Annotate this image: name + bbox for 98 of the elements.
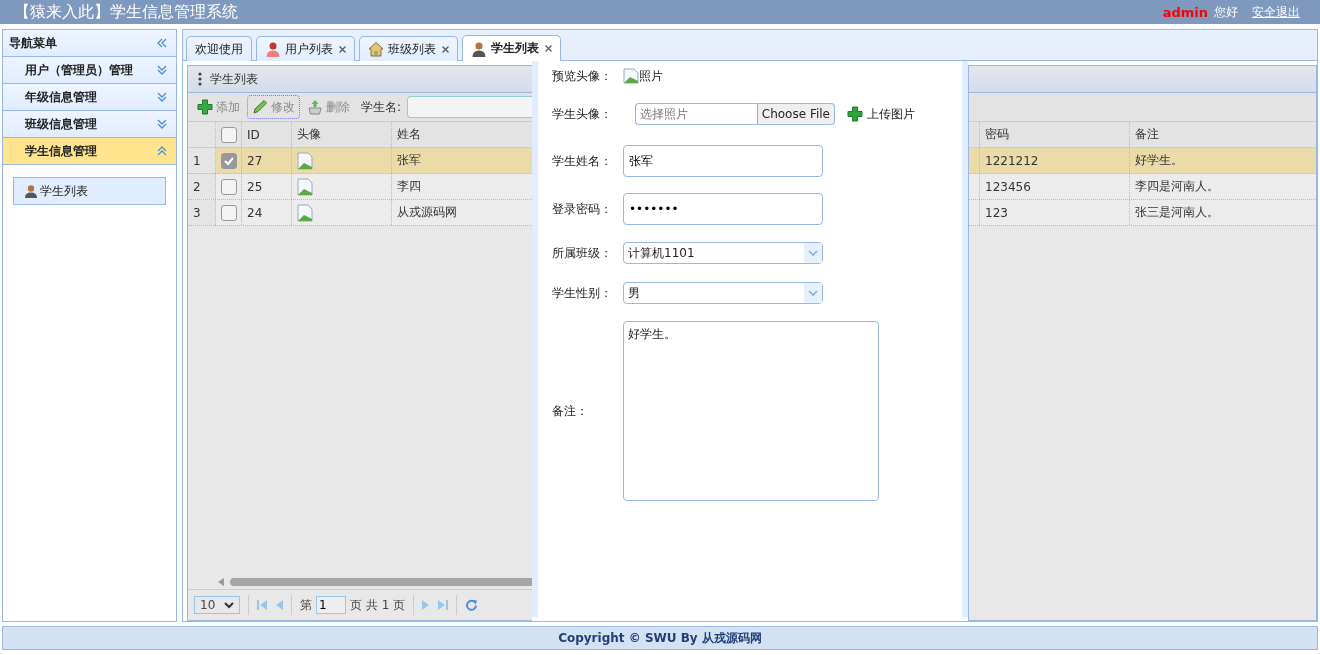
field-label: 学生头像： bbox=[552, 105, 613, 123]
tab[interactable]: 用户列表 bbox=[256, 36, 355, 61]
file-path-field[interactable]: 选择照片 bbox=[635, 103, 757, 125]
column-header[interactable]: 密码 bbox=[980, 122, 1130, 147]
greeting: 您好 bbox=[1214, 3, 1238, 21]
row-number: 2 bbox=[188, 174, 216, 199]
last-page-icon[interactable] bbox=[438, 599, 449, 611]
table-cell: 123456 bbox=[980, 174, 1130, 199]
upload-link[interactable]: 上传图片 bbox=[847, 105, 915, 123]
field-label: 预览头像： bbox=[552, 67, 613, 85]
search-field[interactable] bbox=[407, 96, 532, 118]
broken-image-icon bbox=[297, 151, 313, 170]
drag-handle-icon[interactable] bbox=[198, 72, 202, 86]
pencil-icon bbox=[252, 99, 268, 115]
close-icon[interactable] bbox=[545, 45, 552, 52]
table-row[interactable]: 1 27 张军 bbox=[188, 148, 532, 174]
student-icon bbox=[24, 184, 38, 198]
plus-icon bbox=[847, 106, 863, 122]
table-cell: 24 bbox=[242, 200, 292, 225]
username: admin bbox=[1162, 4, 1208, 20]
column-header[interactable]: 备注 bbox=[1130, 122, 1316, 147]
menu-group[interactable]: 年级信息管理 bbox=[3, 84, 176, 111]
app-title: 【猿来入此】学生信息管理系统 bbox=[14, 1, 238, 23]
tab[interactable]: 学生列表 bbox=[462, 35, 561, 61]
page-field[interactable]: 1 bbox=[316, 596, 346, 614]
checkbox[interactable] bbox=[221, 204, 237, 221]
table-cell-text: 李四 bbox=[396, 178, 422, 195]
choose-file-button[interactable]: Choose File bbox=[756, 103, 835, 125]
menu-item[interactable]: 学生列表 bbox=[13, 177, 166, 205]
next-page-icon[interactable] bbox=[422, 599, 431, 611]
refresh-icon[interactable] bbox=[465, 598, 479, 612]
search-label: 学生名: bbox=[361, 98, 402, 116]
table-cell-text: 好学生。 bbox=[1134, 152, 1184, 169]
broken-image-icon bbox=[623, 68, 639, 84]
house-icon bbox=[368, 41, 384, 57]
menu-group[interactable]: 班级信息管理 bbox=[3, 111, 176, 138]
text-field[interactable]: ••••••• bbox=[623, 193, 823, 225]
scrollbar-thumb[interactable] bbox=[230, 578, 532, 586]
text-field[interactable]: 张军 bbox=[623, 145, 823, 177]
tab[interactable]: 班级列表 bbox=[359, 36, 458, 61]
close-icon[interactable] bbox=[442, 45, 449, 53]
page-size-select[interactable]: 10 bbox=[194, 596, 240, 614]
field-label: 备注： bbox=[552, 402, 589, 420]
broken-image-icon bbox=[297, 203, 313, 222]
field-label: 所属班级： bbox=[552, 244, 613, 262]
student-icon bbox=[471, 40, 487, 57]
checkbox[interactable] bbox=[221, 152, 237, 169]
column-header[interactable]: 头像 bbox=[292, 122, 392, 147]
field-label: 学生性别： bbox=[552, 284, 613, 302]
chevron-icon bbox=[156, 91, 168, 103]
scroll-left-icon[interactable] bbox=[218, 578, 224, 586]
tab[interactable]: 欢迎使用 bbox=[186, 36, 252, 61]
table-row[interactable]: 2 25 李四 bbox=[188, 174, 532, 200]
table-row[interactable]: 123 张三是河南人。 bbox=[969, 200, 1316, 226]
table-cell: 1221212 bbox=[980, 148, 1130, 173]
broken-image-icon bbox=[297, 177, 313, 196]
table-row[interactable]: 1221212 好学生。 bbox=[969, 148, 1316, 174]
grid-title: 学生列表 bbox=[210, 70, 258, 88]
field-label: 学生姓名： bbox=[552, 152, 613, 170]
table-row[interactable]: 3 24 从戎源码网 bbox=[188, 200, 532, 226]
close-icon[interactable] bbox=[339, 45, 346, 53]
image-alt-text: 照片 bbox=[639, 67, 663, 85]
menu-group[interactable]: 用户（管理员）管理 bbox=[3, 57, 176, 84]
table-cell-text: 张军 bbox=[396, 152, 422, 169]
plus-icon bbox=[197, 99, 213, 115]
previous-page-icon[interactable] bbox=[275, 599, 283, 611]
row-number: 1 bbox=[188, 148, 216, 173]
caret-icon bbox=[808, 289, 818, 297]
row-number: 3 bbox=[188, 200, 216, 225]
first-page-icon[interactable] bbox=[257, 599, 267, 611]
chevron-icon bbox=[156, 118, 168, 130]
copyright-text: Copyright © SWU By 从戎源码网 bbox=[558, 629, 762, 647]
basket-icon bbox=[307, 99, 323, 115]
page-label: 第 bbox=[300, 596, 312, 614]
page-total: 页 共 1 页 bbox=[350, 596, 406, 614]
table-cell: 123 bbox=[980, 200, 1130, 225]
caret-icon bbox=[224, 601, 234, 609]
caret-icon bbox=[808, 249, 818, 257]
chevron-icon bbox=[156, 145, 168, 157]
table-cell-text: 李四是河南人。 bbox=[1134, 178, 1220, 195]
column-header[interactable]: ID bbox=[242, 122, 292, 147]
person-icon bbox=[265, 41, 281, 57]
checkbox[interactable] bbox=[221, 126, 237, 143]
select-field[interactable]: 计算机1101 bbox=[623, 242, 823, 264]
checkbox[interactable] bbox=[221, 178, 237, 195]
table-cell: 25 bbox=[242, 174, 292, 199]
note-field[interactable]: 好学生。 bbox=[623, 321, 879, 501]
chevron-icon bbox=[156, 64, 168, 76]
field-label: 登录密码： bbox=[552, 200, 613, 218]
table-cell-text: 从戎源码网 bbox=[396, 204, 458, 221]
select-field[interactable]: 男 bbox=[623, 282, 823, 304]
column-header[interactable]: 姓名 bbox=[392, 122, 532, 147]
menu-group[interactable]: 学生信息管理 bbox=[3, 138, 176, 165]
sidebar-title: 导航菜单 bbox=[9, 34, 57, 52]
collapse-icon[interactable] bbox=[156, 37, 168, 49]
table-cell: 27 bbox=[242, 148, 292, 173]
table-cell-text: 张三是河南人。 bbox=[1134, 204, 1220, 221]
table-row[interactable]: 123456 李四是河南人。 bbox=[969, 174, 1316, 200]
